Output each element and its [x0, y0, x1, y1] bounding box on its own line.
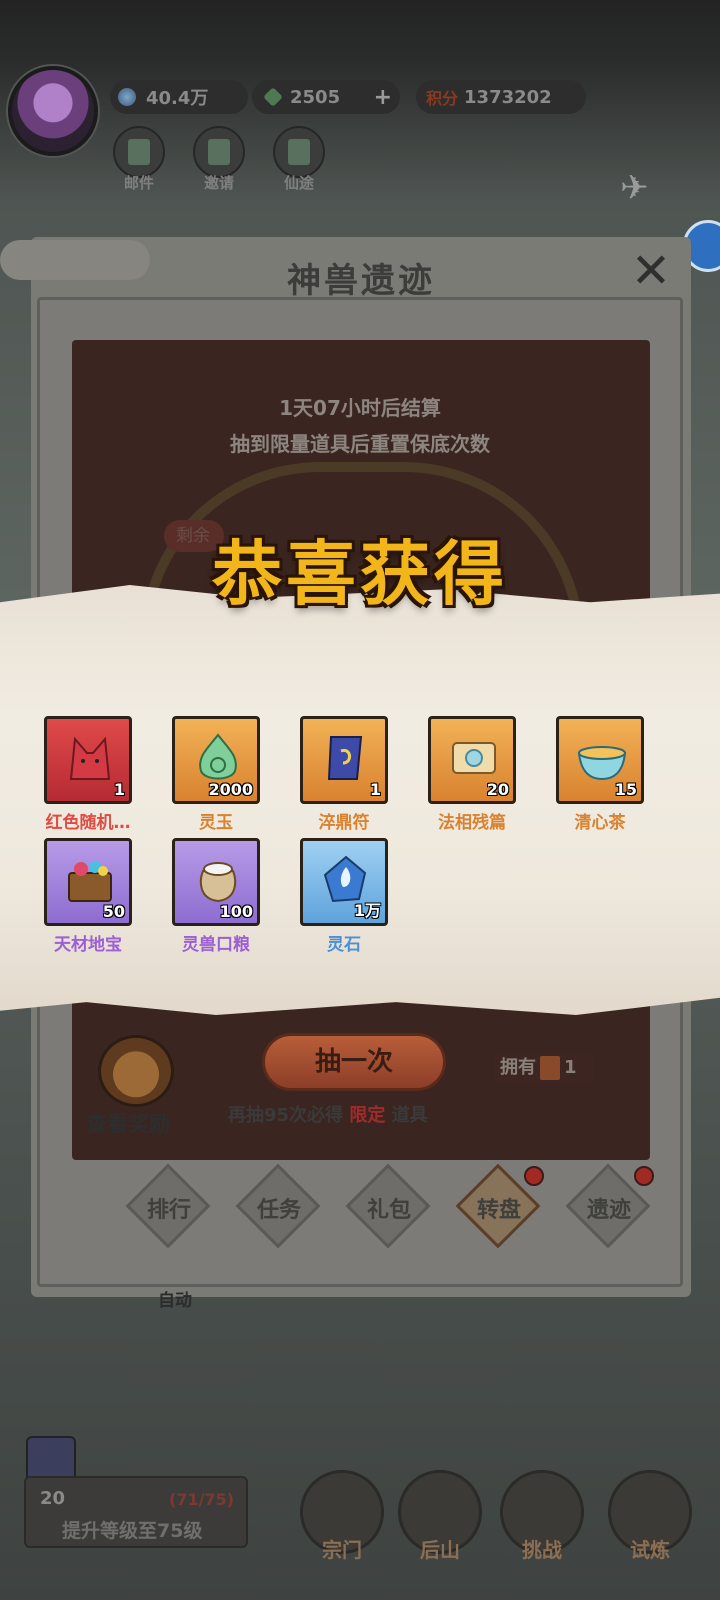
pity-guarantee-text: 再抽95次必得 限定 道具 [228, 1101, 428, 1127]
upgrade-label: 提升等级至75级 [62, 1520, 203, 1542]
item-quantity: 1 [369, 780, 381, 799]
immortal-path-label: 仙途 [283, 174, 314, 192]
immortal-path-button[interactable]: 仙途 [271, 126, 327, 196]
ticket-icon [540, 1056, 560, 1080]
immortal-path-icon [288, 139, 310, 165]
game-screen: 40.4万 2505 + 积分 1373202 邮件 邀请 仙途 ✈ 神兽遗迹 … [0, 0, 720, 1600]
points-tag: 积分 [426, 89, 459, 108]
tab-wheel[interactable]: 转盘 [455, 1163, 544, 1249]
pity-reset-note: 抽到限量道具后重置保底次数 [230, 432, 490, 456]
notification-dot [524, 1166, 544, 1186]
level-number: 20 [40, 1488, 66, 1509]
fox-icon [69, 736, 111, 780]
treasure-chest-icon [68, 861, 112, 902]
reward-item[interactable]: 1 红色随机… [40, 716, 136, 833]
reward-item[interactable]: 1万 灵石 [296, 838, 392, 955]
relic-tabs: 排行 任务 礼包 转盘 遗迹 [125, 1163, 666, 1252]
item-quantity: 1 [113, 780, 125, 799]
tab-relic[interactable]: 遗迹 [565, 1163, 654, 1249]
nav-back-mountain[interactable]: 后山 [394, 1470, 486, 1580]
reward-title: 恭喜获得 [212, 532, 508, 615]
grain-sack-icon [199, 862, 237, 903]
upgrade-task[interactable]: (71/75) 提升等级至75级 [24, 1476, 248, 1548]
item-quantity: 100 [219, 902, 253, 921]
item-name: 天材地宝 [54, 935, 122, 955]
view-rewards-button[interactable]: 查看奖励 [86, 1108, 170, 1138]
reward-chest-icon[interactable] [98, 1035, 174, 1107]
nav-sect[interactable]: 宗门 [296, 1470, 388, 1580]
crane-icon: ✈ [620, 168, 649, 208]
mail-label: 邮件 [123, 174, 154, 192]
tab-tasks[interactable]: 任务 [235, 1163, 322, 1249]
invite-label: 邀请 [203, 174, 234, 192]
nav-trial[interactable]: 试炼 [604, 1470, 696, 1580]
notification-dot [634, 1166, 654, 1186]
item-name: 灵石 [327, 935, 361, 955]
item-name: 法相残篇 [438, 813, 506, 833]
reward-item[interactable]: 1 淬鼎符 [296, 716, 392, 833]
nav-label: 宗门 [322, 1538, 362, 1562]
item-quantity: 15 [614, 780, 637, 799]
item-name: 红色随机… [45, 813, 131, 833]
spirit-stone-icon [118, 88, 136, 106]
add-jade-button[interactable]: + [374, 85, 392, 110]
spirit-stone-counter[interactable]: 40.4万 [110, 80, 248, 114]
reward-item[interactable]: 20 法相残篇 [424, 716, 520, 833]
nav-challenge[interactable]: 挑战 [496, 1470, 588, 1580]
jade-value: 2505 [290, 86, 341, 108]
guarantee-suffix: 道具 [391, 1105, 428, 1126]
reward-item[interactable]: 15 清心茶 [552, 716, 648, 833]
draw-once-button[interactable]: 抽一次 [262, 1033, 446, 1091]
item-name: 灵玉 [199, 813, 233, 833]
settle-timer: 1天07小时后结算 [279, 396, 441, 420]
reward-item[interactable]: 50 天材地宝 [40, 838, 136, 955]
item-quantity: 2000 [208, 780, 253, 799]
mail-icon [128, 139, 150, 165]
scroll-icon [452, 742, 496, 774]
tab-label: 转盘 [476, 1198, 521, 1223]
tab-label: 礼包 [366, 1198, 411, 1223]
invite-icon [208, 139, 230, 165]
jade-counter[interactable]: 2505 + [252, 80, 400, 114]
nav-label: 挑战 [522, 1538, 562, 1562]
owned-count: 1 [564, 1057, 577, 1078]
nav-label: 试炼 [630, 1538, 670, 1562]
reward-item[interactable]: 2000 灵玉 [168, 716, 264, 833]
item-name: 灵兽口粮 [182, 935, 250, 955]
jade-icon [263, 87, 283, 107]
tab-label: 任务 [256, 1198, 301, 1223]
guarantee-prefix: 再抽95次必得 [228, 1105, 344, 1126]
points-counter: 积分 1373202 [416, 80, 586, 114]
item-quantity: 20 [486, 780, 509, 799]
owned-label: 拥有 [500, 1057, 536, 1078]
guarantee-limited: 限定 [349, 1105, 386, 1126]
tea-bowl-icon [577, 746, 627, 781]
owned-tickets: 拥有 1 [494, 1051, 594, 1085]
jade-icon [199, 733, 237, 780]
item-name: 清心茶 [574, 813, 626, 833]
tab-label: 排行 [146, 1198, 191, 1223]
item-name: 淬鼎符 [318, 813, 370, 833]
reward-item[interactable]: 100 灵兽口粮 [168, 838, 264, 955]
close-button[interactable]: ✕ [627, 247, 675, 295]
player-avatar[interactable] [8, 66, 98, 156]
upgrade-progress: (71/75) [169, 1490, 234, 1509]
cloud-decoration [0, 240, 150, 280]
spirit-stone-value: 40.4万 [146, 88, 209, 109]
invite-button[interactable]: 邀请 [191, 126, 247, 196]
auto-label: 自动 [158, 1291, 192, 1311]
mail-button[interactable]: 邮件 [111, 126, 167, 196]
item-quantity: 50 [102, 902, 125, 921]
talisman-icon [327, 736, 363, 780]
tab-ranking[interactable]: 排行 [125, 1163, 212, 1249]
tab-label: 遗迹 [586, 1198, 631, 1223]
item-quantity: 1万 [353, 901, 381, 920]
tab-gift-pack[interactable]: 礼包 [345, 1163, 432, 1249]
points-value: 1373202 [464, 86, 552, 108]
nav-label: 后山 [420, 1538, 460, 1562]
